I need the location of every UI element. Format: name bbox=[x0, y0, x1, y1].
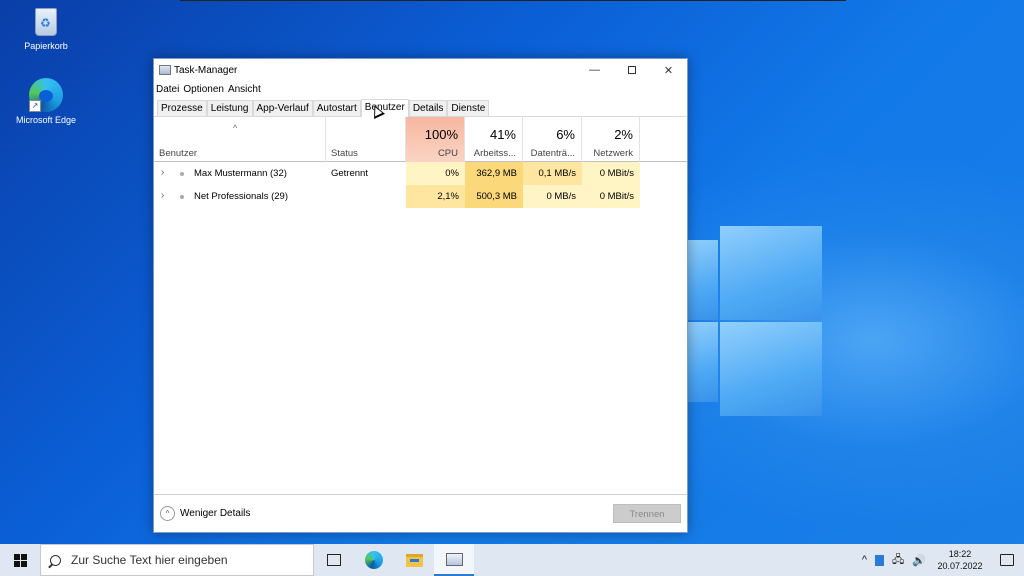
task-manager-icon bbox=[159, 65, 171, 75]
users-table: ^ Benutzer Status 100% CPU 41% Arbeitss.… bbox=[154, 117, 687, 208]
taskbar-explorer-button[interactable] bbox=[394, 544, 434, 576]
menu-datei[interactable]: Datei bbox=[156, 84, 179, 95]
file-explorer-icon bbox=[405, 553, 423, 567]
column-header-disk[interactable]: 6% Datenträ... bbox=[523, 117, 582, 162]
column-label: Netzwerk bbox=[593, 148, 633, 159]
search-icon bbox=[50, 554, 61, 566]
column-label: CPU bbox=[437, 148, 458, 159]
maximize-button[interactable] bbox=[613, 59, 650, 81]
taskbar-edge-button[interactable] bbox=[354, 544, 394, 576]
disconnect-button[interactable]: Trennen bbox=[613, 504, 681, 523]
window-footer: ^ Weniger Details Trennen bbox=[154, 494, 687, 532]
start-button[interactable] bbox=[0, 544, 40, 576]
cell-cpu: 2,1% bbox=[406, 185, 465, 208]
clock-time: 18:22 bbox=[948, 549, 972, 559]
volume-icon[interactable]: 🔊 bbox=[912, 554, 926, 567]
defender-icon[interactable] bbox=[875, 554, 885, 566]
menu-bar: Datei Optionen Ansicht bbox=[154, 81, 687, 97]
column-label: Arbeitss... bbox=[473, 148, 516, 159]
network-icon[interactable]: 🖧 bbox=[892, 551, 904, 570]
tab-autostart[interactable]: Autostart bbox=[312, 100, 361, 116]
chevron-up-icon: ^ bbox=[160, 506, 175, 521]
top-edge-line bbox=[180, 0, 846, 1]
sort-ascending-icon: ^ bbox=[233, 123, 238, 133]
column-label: Status bbox=[331, 148, 358, 159]
tab-strip: Prozesse Leistung App-Verlauf Autostart … bbox=[154, 99, 687, 117]
desktop-icon-edge[interactable]: ↗ Microsoft Edge bbox=[11, 78, 81, 125]
task-manager-window: Task-Manager — ✕ Datei Optionen Ansicht … bbox=[153, 58, 688, 533]
tab-dienste[interactable]: Dienste bbox=[447, 100, 490, 116]
tab-prozesse[interactable]: Prozesse bbox=[157, 100, 207, 116]
minimize-icon: — bbox=[589, 64, 600, 76]
chevron-right-icon[interactable]: › bbox=[161, 162, 164, 184]
column-header-cpu[interactable]: 100% CPU bbox=[406, 117, 465, 162]
close-button[interactable]: ✕ bbox=[650, 59, 687, 81]
cell-user: Max Mustermann (32) bbox=[194, 168, 287, 179]
cell-memory: 362,9 MB bbox=[465, 162, 523, 185]
tab-leistung[interactable]: Leistung bbox=[206, 100, 253, 116]
user-status-dot-icon bbox=[180, 172, 184, 176]
cell-memory: 500,3 MB bbox=[465, 185, 523, 208]
cell-network: 0 MBit/s bbox=[582, 162, 640, 185]
column-percent: 41% bbox=[489, 127, 516, 142]
column-percent: 2% bbox=[614, 127, 633, 142]
close-icon: ✕ bbox=[663, 64, 674, 77]
title-bar[interactable]: Task-Manager — ✕ bbox=[154, 59, 687, 81]
tab-details[interactable]: Details bbox=[408, 100, 448, 116]
tab-app-verlauf[interactable]: App-Verlauf bbox=[252, 100, 313, 116]
edge-icon bbox=[365, 551, 383, 569]
minimize-button[interactable]: — bbox=[576, 59, 613, 81]
desktop-icon-recycle-bin[interactable]: ♻ Papierkorb bbox=[11, 4, 81, 51]
desktop-icon-label: Microsoft Edge bbox=[15, 115, 77, 125]
table-row[interactable]: › Net Professionals (29) 2,1% 500,3 MB 0… bbox=[154, 185, 687, 208]
fewer-details-toggle[interactable]: ^ Weniger Details bbox=[160, 506, 250, 521]
menu-optionen[interactable]: Optionen bbox=[183, 84, 224, 95]
column-label: Benutzer bbox=[159, 148, 198, 159]
column-header-network[interactable]: 2% Netzwerk bbox=[582, 117, 640, 162]
cell-status: Getrennt bbox=[331, 168, 368, 179]
user-status-dot-icon bbox=[180, 195, 184, 199]
chevron-right-icon[interactable]: › bbox=[161, 185, 164, 207]
search-placeholder: Zur Suche Text hier eingeben bbox=[71, 553, 228, 567]
clock[interactable]: 18:22 20.07.2022 bbox=[930, 548, 990, 572]
taskbar: Zur Suche Text hier eingeben ^ 🖧 🔊 18:22… bbox=[0, 544, 1024, 576]
desktop-icon-label: Papierkorb bbox=[24, 41, 68, 51]
table-header: ^ Benutzer Status 100% CPU 41% Arbeitss.… bbox=[154, 117, 687, 162]
clock-date: 20.07.2022 bbox=[937, 561, 983, 571]
table-row[interactable]: › Max Mustermann (32) Getrennt 0% 362,9 … bbox=[154, 162, 687, 185]
windows-logo-wallpaper bbox=[688, 226, 822, 416]
task-view-icon bbox=[327, 554, 341, 566]
edge-icon: ↗ bbox=[29, 78, 63, 112]
window-title: Task-Manager bbox=[174, 64, 238, 76]
column-percent: 100% bbox=[424, 127, 458, 142]
cell-disk: 0 MB/s bbox=[523, 185, 582, 208]
task-manager-icon bbox=[445, 552, 463, 566]
cell-cpu: 0% bbox=[406, 162, 465, 185]
column-header-user[interactable]: ^ Benutzer bbox=[154, 117, 326, 162]
column-percent: 6% bbox=[556, 127, 575, 142]
windows-start-icon bbox=[13, 553, 27, 567]
system-tray: ^ 🖧 🔊 18:22 20.07.2022 bbox=[858, 544, 1024, 576]
cell-disk: 0,1 MB/s bbox=[523, 162, 582, 185]
notification-center-button[interactable] bbox=[990, 554, 1024, 566]
fewer-details-label: Weniger Details bbox=[180, 508, 251, 519]
recycle-bin-icon: ♻ bbox=[29, 4, 63, 38]
task-view-button[interactable] bbox=[314, 544, 354, 576]
notification-icon bbox=[1000, 554, 1014, 566]
cell-status bbox=[331, 185, 406, 208]
column-label: Datenträ... bbox=[530, 148, 575, 159]
taskbar-search-box[interactable]: Zur Suche Text hier eingeben bbox=[40, 544, 314, 576]
cell-network: 0 MBit/s bbox=[582, 185, 640, 208]
taskbar-task-manager-button[interactable] bbox=[434, 544, 474, 576]
chevron-up-icon[interactable]: ^ bbox=[862, 554, 867, 566]
column-header-status[interactable]: Status bbox=[326, 117, 406, 162]
column-header-memory[interactable]: 41% Arbeitss... bbox=[465, 117, 523, 162]
cell-user: Net Professionals (29) bbox=[194, 191, 288, 202]
maximize-icon bbox=[627, 66, 636, 74]
menu-ansicht[interactable]: Ansicht bbox=[228, 84, 261, 95]
